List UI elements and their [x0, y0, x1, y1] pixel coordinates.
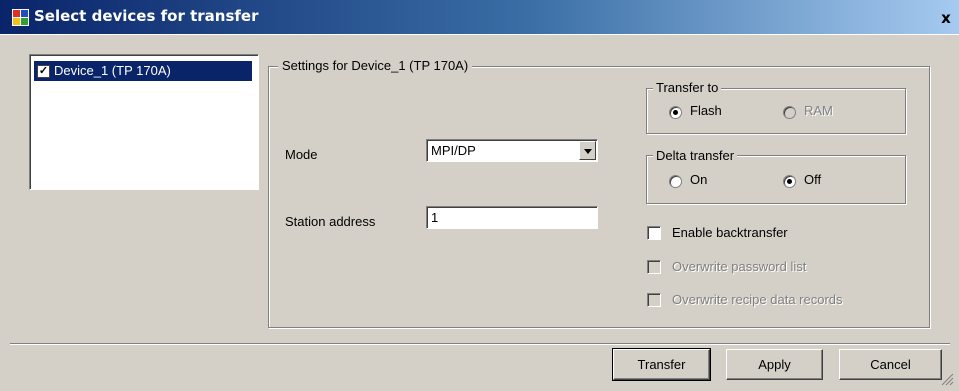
cancel-button[interactable]: Cancel: [839, 349, 942, 380]
radio-flash-dot: [673, 110, 678, 115]
station-address-input[interactable]: 1: [426, 206, 598, 229]
list-item-device-1[interactable]: ✓ Device_1 (TP 170A): [34, 61, 252, 81]
mode-select[interactable]: MPI/DP: [426, 139, 598, 162]
overwrite-password-checkbox: [647, 260, 661, 274]
radio-flash-label: Flash: [690, 103, 722, 118]
close-icon[interactable]: x: [937, 10, 955, 26]
radio-ram: [783, 106, 796, 119]
frame-divider: [0, 34, 959, 35]
enable-backtransfer-checkbox[interactable]: [647, 226, 661, 240]
delta-transfer-title: Delta transfer: [653, 148, 738, 163]
resize-grip-icon[interactable]: [940, 372, 954, 386]
mode-label: Mode: [285, 147, 318, 162]
radio-on[interactable]: [669, 175, 682, 188]
overwrite-recipe-checkbox: [647, 293, 661, 307]
overwrite-password-label: Overwrite password list: [672, 259, 807, 274]
mode-select-value: MPI/DP: [431, 143, 476, 158]
radio-flash[interactable]: [669, 106, 682, 119]
radio-off-label: Off: [804, 172, 822, 187]
settings-group-title: Settings for Device_1 (TP 170A): [278, 58, 473, 73]
window-title: Select devices for transfer: [34, 7, 259, 25]
chevron-down-icon[interactable]: [579, 141, 596, 160]
station-address-value: 1: [431, 210, 439, 225]
transfer-button[interactable]: Transfer: [612, 348, 711, 381]
device-label: Device_1 (TP 170A): [54, 63, 171, 78]
apply-button[interactable]: Apply: [726, 349, 823, 380]
device-checkbox[interactable]: ✓: [37, 65, 50, 78]
transfer-to-title: Transfer to: [653, 80, 722, 95]
station-address-label: Station address: [285, 214, 376, 229]
radio-off-dot: [787, 179, 792, 184]
radio-off[interactable]: [783, 175, 796, 188]
radio-on-label: On: [690, 172, 708, 187]
device-list[interactable]: ✓ Device_1 (TP 170A): [29, 54, 259, 190]
radio-ram-label: RAM: [804, 103, 833, 118]
overwrite-recipe-label: Overwrite recipe data records: [672, 292, 843, 307]
app-icon: [12, 9, 29, 26]
enable-backtransfer-label: Enable backtransfer: [672, 225, 788, 240]
button-divider: [10, 343, 950, 344]
